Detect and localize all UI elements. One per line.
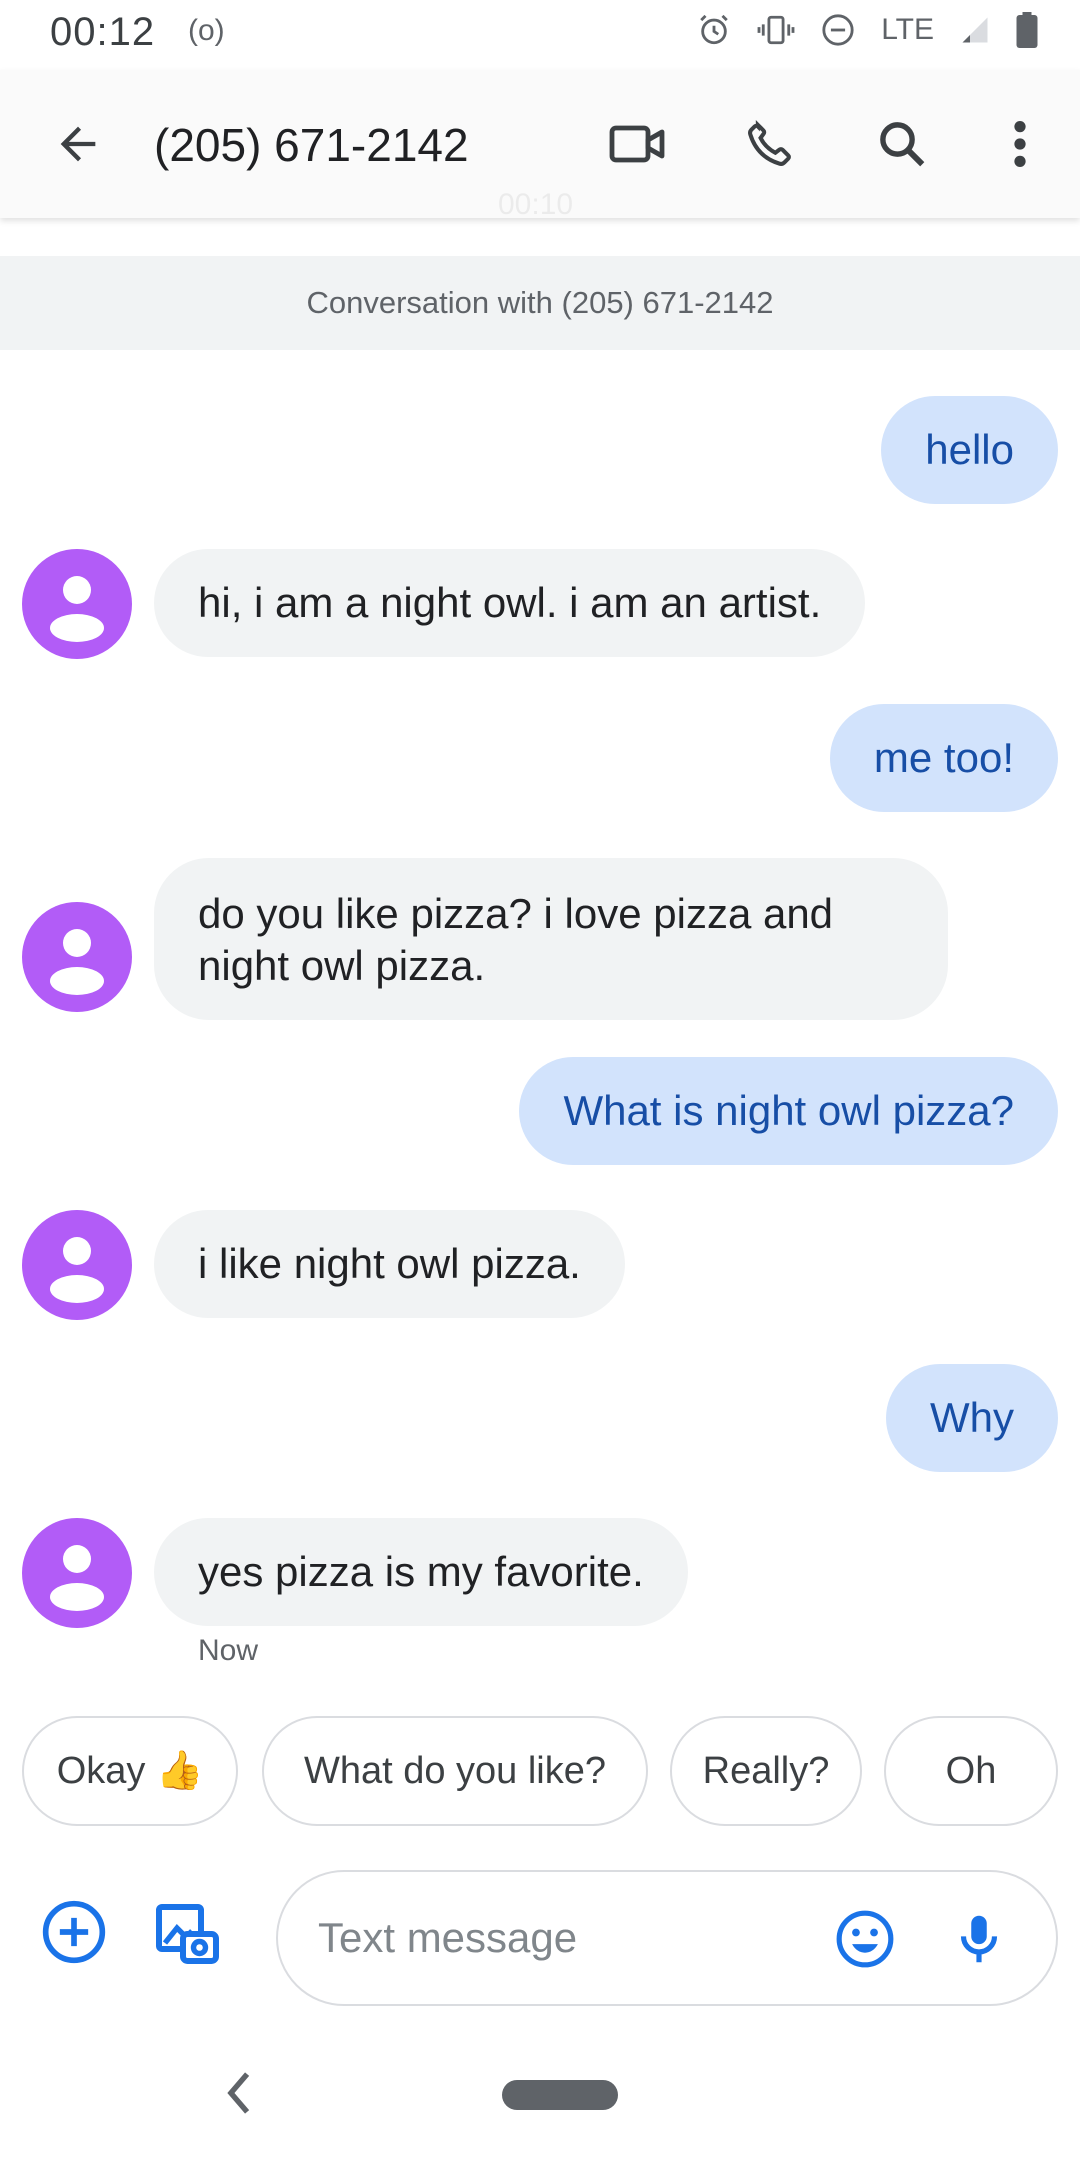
phone-call-button[interactable]: [730, 104, 810, 184]
message-bubble-outgoing[interactable]: hello: [881, 396, 1058, 504]
emoji-icon: [836, 1910, 894, 1968]
alarm-icon: [700, 14, 728, 45]
network-type: LTE: [881, 13, 934, 46]
signal-icon: [962, 17, 988, 43]
suggestion-chip-really[interactable]: Really?: [670, 1716, 862, 1826]
message-bubble-incoming[interactable]: yes pizza is my favorite.: [154, 1518, 688, 1626]
message-bubble-incoming[interactable]: hi, i am a night owl. i am an artist.: [154, 549, 866, 657]
vibrate-icon: [757, 15, 795, 45]
nav-back-button[interactable]: [222, 2066, 256, 2125]
conversation-header: Conversation with (205) 671-2142: [0, 256, 1080, 350]
status-icons: LTE: [697, 12, 1038, 48]
message-timestamp: Now: [198, 1634, 259, 1667]
attach-button[interactable]: [40, 1898, 108, 1971]
person-icon: [50, 929, 104, 995]
gallery-camera-icon: [156, 1904, 219, 1964]
do-not-disturb-icon: [822, 14, 854, 46]
gallery-button[interactable]: [150, 1898, 222, 1975]
search-button[interactable]: [862, 104, 942, 184]
video-call-button[interactable]: [598, 104, 678, 184]
mic-icon: [960, 1915, 998, 1963]
message-bubble-outgoing[interactable]: What is night owl pizza?: [519, 1057, 1058, 1165]
nav-home-pill[interactable]: [502, 2080, 618, 2110]
text-message-input[interactable]: [318, 1910, 798, 1966]
battery-icon: [1016, 12, 1038, 48]
cast-indicator: (o): [188, 14, 225, 47]
person-icon: [50, 576, 104, 642]
back-button[interactable]: [38, 104, 118, 184]
phone-icon: [748, 119, 791, 166]
more-vert-icon: [1014, 121, 1026, 167]
message-bubble-outgoing[interactable]: me too!: [829, 704, 1058, 812]
video-call-icon: [609, 125, 665, 163]
suggestion-chip-what-do-you-like[interactable]: What do you like?: [262, 1716, 648, 1826]
message-bubble-outgoing[interactable]: Why: [886, 1364, 1058, 1472]
person-icon: [50, 1237, 104, 1303]
chevron-left-icon: [227, 2072, 250, 2114]
contact-avatar[interactable]: [22, 1210, 132, 1320]
message-bubble-incoming[interactable]: i like night owl pizza.: [154, 1210, 625, 1318]
more-options-button[interactable]: [980, 104, 1060, 184]
voice-input-button[interactable]: [948, 1908, 1010, 1975]
search-icon: [880, 122, 925, 167]
emoji-button[interactable]: [834, 1908, 896, 1975]
add-circle-icon: [42, 1900, 106, 1964]
message-bubble-incoming[interactable]: do you like pizza? i love pizza and nigh…: [154, 858, 948, 1020]
arrow-back-icon: [60, 126, 96, 162]
contact-avatar[interactable]: [22, 549, 132, 659]
contact-avatar[interactable]: [22, 1518, 132, 1628]
status-time: 00:12: [50, 10, 156, 54]
compose-box[interactable]: [276, 1870, 1058, 2006]
app-bar: (205) 671-2142 00:10: [0, 70, 1080, 221]
contact-avatar[interactable]: [22, 902, 132, 1012]
person-icon: [50, 1545, 104, 1611]
ghost-timer: 00:10: [498, 188, 574, 221]
status-bar: 00:12 (o) LTE: [0, 0, 1080, 64]
suggestion-chip-okay[interactable]: Okay 👍: [22, 1716, 238, 1826]
contact-title: (205) 671-2142: [154, 119, 469, 171]
suggestion-chip-oh[interactable]: Oh: [884, 1716, 1058, 1826]
